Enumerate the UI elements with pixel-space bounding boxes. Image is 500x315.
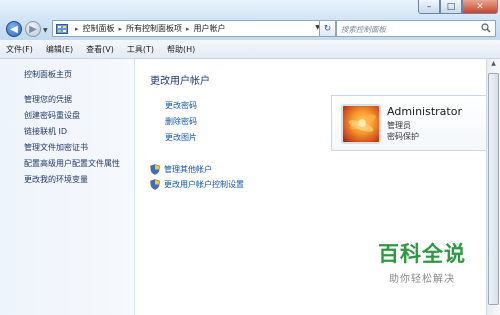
uac-settings-link[interactable]: 更改用户帐户控制设置 xyxy=(150,179,244,190)
maximize-button[interactable]: □ xyxy=(440,0,462,14)
password-reset-disk-link[interactable]: 创建密码重设盘 xyxy=(24,110,80,121)
menu-file[interactable]: 文件(F) xyxy=(6,44,33,55)
menu-bar: 文件(F) 编辑(E) 查看(V) 工具(T) 帮助(H) xyxy=(0,40,500,59)
password-status: 密码保护 xyxy=(387,132,419,141)
watermark-slogan: 助你轻松解决 xyxy=(389,274,455,285)
watermark-logo-text: 百科全说 xyxy=(378,242,466,266)
breadcrumb-separator-icon: ▸ xyxy=(75,24,79,33)
menu-help[interactable]: 帮助(H) xyxy=(167,44,195,55)
menu-edit[interactable]: 编辑(E) xyxy=(46,44,73,55)
page-title: 更改用户帐户 xyxy=(150,76,210,87)
breadcrumb-user-accounts[interactable]: 用户帐户 xyxy=(194,23,226,34)
refresh-icon: ↻ xyxy=(323,23,332,34)
uac-shield-icon xyxy=(150,179,160,190)
search-icon[interactable] xyxy=(481,23,491,33)
remove-password-link[interactable]: 删除密码 xyxy=(165,116,197,127)
breadcrumb-separator-icon: ▸ xyxy=(118,24,123,33)
refresh-button[interactable]: ↻ xyxy=(319,20,336,37)
account-name: Administrator xyxy=(387,105,462,118)
minimize-button[interactable]: – xyxy=(418,0,440,14)
change-picture-link[interactable]: 更改图片 xyxy=(165,132,197,143)
history-dropdown[interactable]: ▼ xyxy=(43,27,48,34)
scroll-up-icon[interactable]: ▲ xyxy=(488,60,499,71)
control-panel-home-link[interactable]: 控制面板主页 xyxy=(24,69,72,80)
account-type: 管理员 xyxy=(387,121,411,130)
uac-settings-label: 更改用户帐户控制设置 xyxy=(164,180,244,189)
back-arrow-icon: ◀ xyxy=(10,23,18,35)
uac-shield-icon xyxy=(150,164,160,175)
watermark: 百科全说 助你轻松解决 xyxy=(372,238,472,285)
forward-arrow-icon: ▶ xyxy=(29,23,37,35)
control-panel-icon xyxy=(56,23,68,34)
file-encryption-certs-link[interactable]: 管理文件加密证书 xyxy=(24,142,88,153)
environment-variables-link[interactable]: 更改我的环境变量 xyxy=(24,174,88,185)
back-button[interactable]: ◀ xyxy=(6,21,22,37)
flower-picture-icon xyxy=(348,114,376,132)
manage-other-accounts-link[interactable]: 管理其他帐户 xyxy=(150,164,212,175)
manage-credentials-link[interactable]: 管理您的凭据 xyxy=(24,94,72,105)
address-bar[interactable]: ▸ 控制面板 ▸ 所有控制面板项 ▸ 用户帐户 ▼ xyxy=(52,20,335,37)
left-navigation-pane: 控制面板主页 管理您的凭据 创建密码重设盘 链接联机 ID 管理文件加密证书 配… xyxy=(0,59,135,315)
search-placeholder: 搜索控制面板 xyxy=(341,25,386,34)
change-password-link[interactable]: 更改密码 xyxy=(165,100,197,111)
vertical-scrollbar[interactable]: ▲ xyxy=(486,59,500,315)
advanced-profile-properties-link[interactable]: 配置高级用户配置文件属性 xyxy=(24,158,120,169)
search-box[interactable]: 搜索控制面板 xyxy=(336,20,496,37)
manage-other-accounts-label: 管理其他帐户 xyxy=(164,165,212,174)
title-bar: – □ ✕ ◀ ▶ ▼ ▸ 控制面板 ▸ 所有控制面板项 ▸ 用户帐户 ▼ ↻ … xyxy=(0,0,500,41)
breadcrumb-separator-icon: ▸ xyxy=(186,24,190,33)
forward-button[interactable]: ▶ xyxy=(25,21,41,37)
link-online-id-link[interactable]: 链接联机 ID xyxy=(24,126,67,137)
breadcrumb-control-panel[interactable]: 控制面板 xyxy=(83,23,115,34)
scrollbar-thumb[interactable] xyxy=(488,73,499,305)
menu-tools[interactable]: 工具(T) xyxy=(127,44,154,55)
account-card: Administrator 管理员 密码保护 xyxy=(331,95,488,151)
breadcrumb-all-items[interactable]: 所有控制面板项 xyxy=(126,23,182,34)
user-picture-avatar xyxy=(341,104,381,144)
menu-view[interactable]: 查看(V) xyxy=(86,44,114,55)
close-button[interactable]: ✕ xyxy=(462,0,498,14)
